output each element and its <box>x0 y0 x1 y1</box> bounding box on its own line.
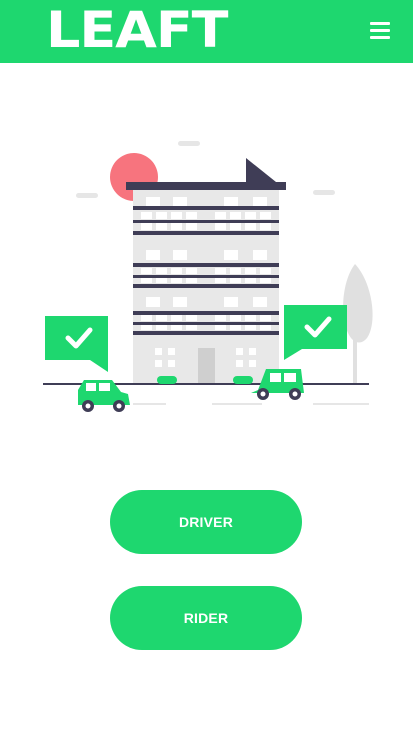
tree-icon <box>343 264 373 385</box>
leaft-logo[interactable]: LEAFT <box>46 4 273 56</box>
check-bubble-icon <box>284 305 347 360</box>
city-illustration <box>43 141 373 412</box>
rider-button[interactable]: RIDER <box>110 586 302 650</box>
app-header: LEAFT <box>0 0 413 63</box>
hamburger-menu-icon[interactable] <box>367 18 395 44</box>
check-bubble-icon <box>45 316 108 372</box>
building-icon <box>126 158 286 384</box>
driver-button[interactable]: DRIVER <box>110 490 302 554</box>
